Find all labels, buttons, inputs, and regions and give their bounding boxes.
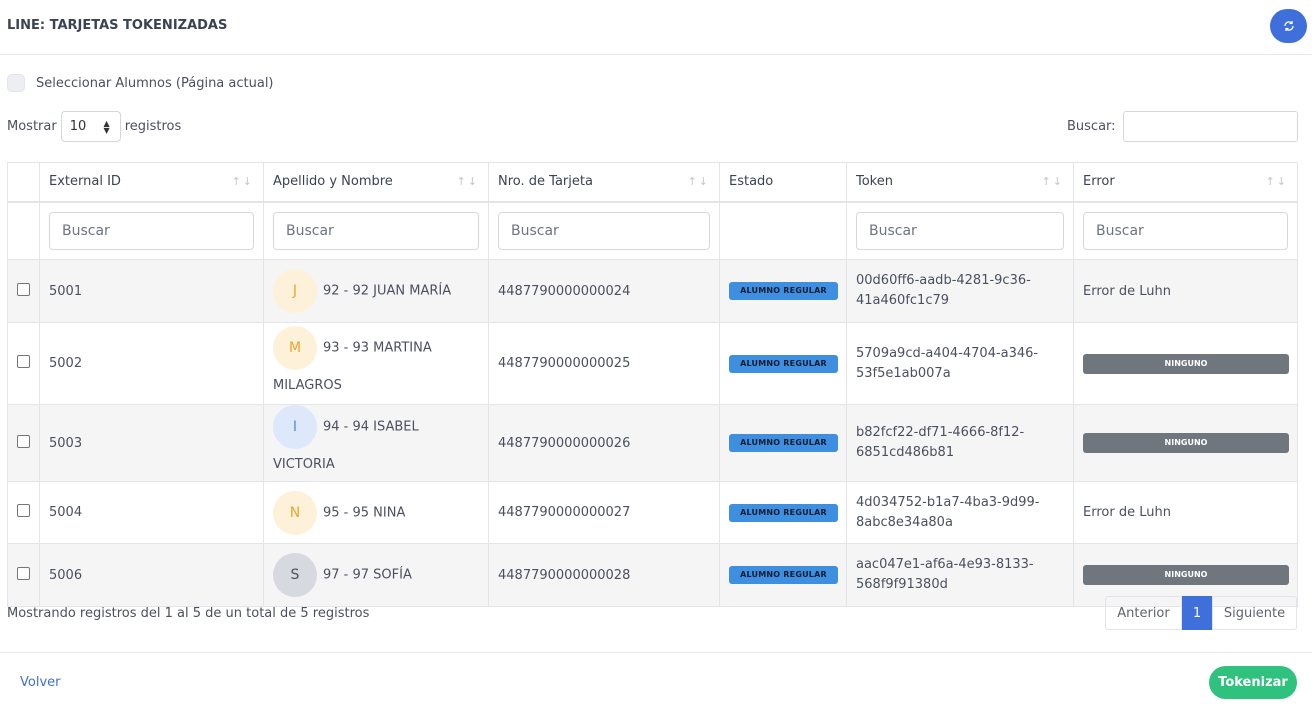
cell-card-number: 4487790000000024 [488,259,720,323]
table-row: 5001 J 92 - 92 JUAN MARÍA 448779000000002… [7,259,1298,323]
cell-card-number: 4487790000000027 [488,481,720,544]
token-line-2: 41a460fc1c79 [856,293,950,308]
token-line-2: 568f9f91380d [856,577,948,592]
header-checkbox-col [7,162,40,203]
header-apellido-nombre[interactable]: Apellido y Nombre ↑↓ [263,162,489,203]
estado-badge: ALUMNO REGULAR [729,282,838,300]
updown-caret-icon: ▲ ▼ [103,119,110,135]
header-estado: Estado [719,162,847,203]
avatar: M [273,325,317,370]
length-control: Mostrar 10 ▲ ▼ registros [7,111,181,142]
next-page-button[interactable]: Siguiente [1212,596,1297,630]
global-search: Buscar: [1067,111,1298,142]
table-header-row: External ID ↑↓ Apellido y Nombre ↑↓ Nro. d… [7,162,1298,203]
token-line-2: 8abc8e34a80a [856,514,953,530]
sort-icon: ↑↓ [1265,175,1288,188]
page-title: LINE: TARJETAS TOKENIZADAS [7,18,228,33]
table-row: 5002 M 93 - 93 MARTINA MILAGROS 4487790000… [7,322,1298,405]
sort-icon: ↑↓ [1041,175,1064,188]
sort-icon: ↑↓ [687,175,710,188]
row-checkbox[interactable] [17,282,30,296]
back-link[interactable]: Volver [20,675,61,690]
header-nro-tarjeta[interactable]: Nro. de Tarjeta ↑↓ [488,162,720,203]
length-select[interactable]: 10 ▲ ▼ [60,111,121,142]
student-name: 97 - 97 SOFÍA [323,567,412,583]
cell-error: Error de Luhn [1073,481,1298,544]
filter-nro-tarjeta[interactable]: Buscar [498,211,710,250]
row-checkbox[interactable] [17,504,30,517]
token-line-1: 00d60ff6-aadb-4281-9c36- [856,273,1031,288]
prev-page-button[interactable]: Anterior [1105,596,1182,630]
filter-token[interactable]: Buscar [856,211,1064,250]
cell-external-id: 5003 [39,404,264,482]
cell-external-id: 5002 [39,322,264,405]
filter-error[interactable]: Buscar [1083,211,1288,250]
table-row: 5004 N 95 - 95 NINA 4487790000000027 ALUM… [7,481,1298,544]
refresh-icon [1283,21,1294,31]
student-name-cont: MILAGROS [273,377,342,393]
select-all-row: Seleccionar Alumnos (Página actual) [7,74,274,92]
select-all-label: Seleccionar Alumnos (Página actual) [36,75,274,91]
estado-badge: ALUMNO REGULAR [729,354,838,373]
student-name: 92 - 92 JUAN MARÍA [323,283,452,299]
pagination: Anterior 1 Siguiente [1105,596,1297,630]
avatar: J [273,269,317,313]
cell-card-number: 4487790000000025 [488,322,720,405]
search-input[interactable] [1122,111,1298,142]
cell-card-number: 4487790000000028 [488,543,720,607]
filter-apellido-nombre[interactable]: Buscar [273,211,479,250]
length-prefix: Mostrar [7,119,57,134]
tokenize-button[interactable]: Tokenizar [1209,666,1297,699]
error-badge: NINGUNO [1083,433,1289,453]
current-page-button[interactable]: 1 [1182,596,1212,630]
token-line-2: 6851cd486b81 [856,445,955,460]
header-token[interactable]: Token ↑↓ [846,162,1074,203]
table-row: 5006 S 97 - 97 SOFÍA 4487790000000028 ALU… [7,543,1298,607]
header-external-id[interactable]: External ID ↑↓ [39,162,264,203]
student-name: 93 - 93 MARTINA [323,340,432,355]
cell-external-id: 5004 [39,481,264,544]
cell-external-id: 5001 [39,259,264,323]
sort-icon: ↑↓ [456,175,479,188]
row-checkbox[interactable] [17,355,30,368]
student-name: 95 - 95 NINA [323,505,406,520]
tokens-table: External ID ↑↓ Apellido y Nombre ↑↓ Nro. d… [7,162,1298,607]
token-line-2: 53f5e1ab007a [856,365,951,381]
row-checkbox[interactable] [17,566,30,580]
length-value: 10 [69,119,87,134]
refresh-button[interactable] [1270,9,1307,43]
token-line-1: 4d034752-b1a7-4ba3-9d99- [856,494,1040,510]
error-badge: NINGUNO [1083,353,1289,374]
avatar: I [273,405,317,449]
sort-icon: ↑↓ [231,175,254,188]
cell-error: Error de Luhn [1073,259,1298,323]
page-header: LINE: TARJETAS TOKENIZADAS [0,0,1312,55]
error-badge: NINGUNO [1083,565,1289,585]
row-checkbox[interactable] [17,434,30,448]
token-line-1: aac047e1-af6a-4e93-8133- [856,557,1034,572]
select-all-checkbox[interactable] [7,74,25,92]
cell-card-number: 4487790000000026 [488,404,720,482]
table-row: 5003 I 94 - 94 ISABEL VICTORIA 4487790000… [7,404,1298,482]
estado-badge: ALUMNO REGULAR [729,434,838,452]
bottom-action-bar: Volver Tokenizar [0,652,1312,707]
token-line-1: 5709a9cd-a404-4704-a346- [856,345,1039,361]
length-suffix: registros [124,119,182,134]
token-line-1: b82fcf22-df71-4666-8f12- [856,425,1025,440]
avatar: S [273,553,317,597]
estado-badge: ALUMNO REGULAR [729,503,838,522]
records-info: Mostrando registros del 1 al 5 de un tot… [7,606,370,621]
header-error[interactable]: Error ↑↓ [1073,162,1298,203]
filter-row: Buscar Buscar Buscar Buscar Buscar [7,201,1298,260]
cell-external-id: 5006 [39,543,264,607]
filter-external-id[interactable]: Buscar [49,211,254,250]
avatar: N [273,490,317,535]
search-label: Buscar: [1067,119,1116,134]
estado-badge: ALUMNO REGULAR [729,566,838,584]
